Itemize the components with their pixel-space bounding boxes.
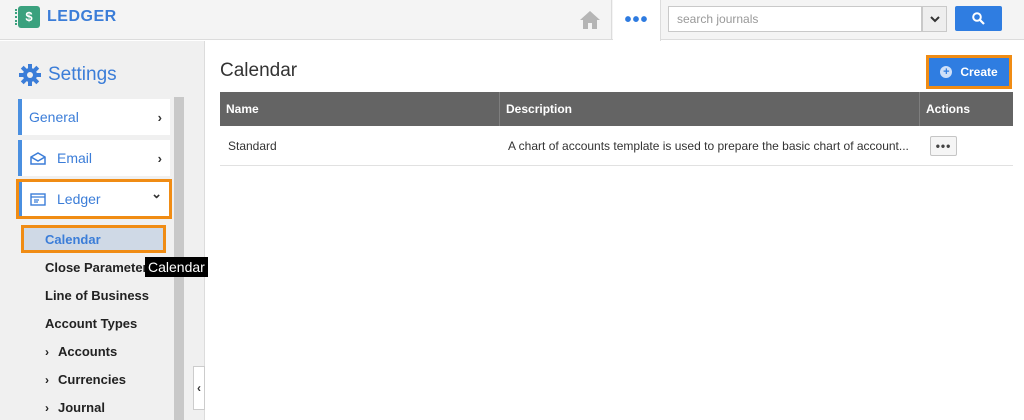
cell-description: A chart of accounts template is used to … xyxy=(508,138,909,153)
sidebar-item-label: Email xyxy=(57,150,93,166)
sidebar-item-email[interactable]: Email › xyxy=(18,140,170,176)
app-logo[interactable]: $ LEDGER xyxy=(15,6,117,28)
more-apps-button[interactable]: ••• xyxy=(613,0,661,41)
settings-sidebar: Settings General › Email › Ledger ⌄ Cale… xyxy=(0,41,208,420)
chevron-right-icon: › xyxy=(45,345,49,359)
chevron-down-icon: ⌄ xyxy=(151,186,162,201)
sidebar-item-label: General xyxy=(29,109,79,125)
search-icon xyxy=(972,12,985,25)
create-button[interactable]: + Create xyxy=(926,55,1012,89)
column-header-actions: Actions xyxy=(926,102,971,116)
sidebar-subitem-line-of-business[interactable]: Line of Business xyxy=(45,288,149,303)
sidebar-subitem-label: Accounts xyxy=(58,344,118,359)
chevron-right-icon: › xyxy=(45,373,49,387)
tooltip: Calendar xyxy=(145,257,208,277)
table-header: Name Description Actions xyxy=(220,92,1013,126)
gear-icon xyxy=(19,64,41,86)
envelope-icon xyxy=(29,151,47,165)
create-button-label: Create xyxy=(960,65,998,79)
sidebar-subitem-account-types[interactable]: Account Types xyxy=(45,316,137,331)
column-header-description[interactable]: Description xyxy=(500,92,920,126)
sidebar-subitem-label: Currencies xyxy=(58,372,126,387)
sidebar-item-ledger[interactable]: Ledger ⌄ xyxy=(16,179,172,219)
chevron-right-icon: › xyxy=(45,401,49,415)
plus-circle-icon: + xyxy=(940,66,953,78)
ledger-window-icon xyxy=(29,192,47,206)
sidebar-subitem-currencies[interactable]: › Currencies xyxy=(45,372,126,387)
sidebar-item-general[interactable]: General › xyxy=(18,99,170,135)
column-header-name[interactable]: Name xyxy=(220,92,500,126)
sidebar-subitem-calendar[interactable]: Calendar xyxy=(21,225,166,253)
sidebar-subitem-close-parameters[interactable]: Close Parameters xyxy=(45,260,155,275)
sidebar-subitem-journal[interactable]: › Journal xyxy=(45,400,105,415)
search-button[interactable] xyxy=(955,6,1002,31)
chevron-right-icon: › xyxy=(157,110,162,125)
row-actions-button[interactable]: ••• xyxy=(930,135,957,156)
app-name: LEDGER xyxy=(47,8,117,25)
cell-name[interactable]: Standard xyxy=(220,126,500,165)
ledger-book-icon: $ xyxy=(15,6,40,28)
home-button[interactable] xyxy=(568,0,612,40)
table-row[interactable]: Standard A chart of accounts template is… xyxy=(220,126,1013,166)
settings-title: Settings xyxy=(48,64,117,85)
sidebar-item-label: Ledger xyxy=(57,191,101,207)
calendar-table: Name Description Actions Standard A char… xyxy=(220,92,1013,166)
search-input[interactable] xyxy=(668,6,922,32)
search-dropdown-button[interactable] xyxy=(922,6,947,32)
home-icon xyxy=(579,11,600,29)
page-title: Calendar xyxy=(220,60,298,81)
top-bar: $ LEDGER ••• xyxy=(0,0,1024,41)
chevron-down-icon xyxy=(929,15,940,22)
collapse-sidebar-button[interactable]: ‹ xyxy=(193,366,205,410)
sidebar-subitem-label: Journal xyxy=(58,400,105,415)
sidebar-subitem-accounts[interactable]: › Accounts xyxy=(45,344,117,359)
settings-heading: Settings xyxy=(18,63,117,87)
cell-actions: ••• xyxy=(920,126,1013,165)
chevron-right-icon: › xyxy=(157,151,162,166)
